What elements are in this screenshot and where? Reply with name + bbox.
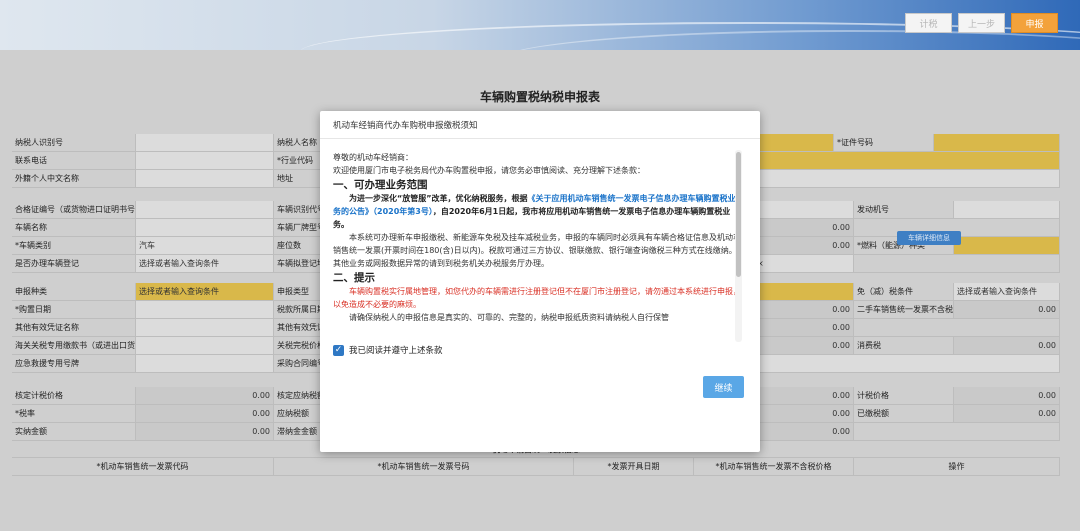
form-field[interactable] [754, 134, 834, 151]
form-label: *税率 [12, 405, 136, 422]
form-field[interactable]: 0.00 [136, 423, 274, 440]
form-field[interactable]: 0.00 [754, 405, 854, 422]
form-label: 二手车销售统一发票不含税价格合计 [854, 301, 954, 318]
agree-checkbox-row[interactable]: ✓ 我已阅读并遵守上述条款 [333, 344, 443, 356]
form-label: 联系电话 [12, 152, 136, 169]
form-label: 免（减）税条件 [854, 283, 954, 300]
form-field[interactable]: 0.00 [754, 301, 854, 318]
vehicle-detail-button[interactable]: 车辆详细信息 [897, 231, 961, 245]
form-field[interactable] [136, 319, 274, 336]
form-field[interactable]: 选择或者输入查询条件 [136, 255, 274, 272]
invoice-header-row: *机动车销售统一发票代码 *机动车销售统一发票号码 *发票开具日期 *机动车销售统一发… [12, 458, 1060, 476]
form-field[interactable] [136, 337, 274, 354]
calc-tax-button[interactable]: 计税 [905, 13, 952, 33]
form-label: 其他有效凭证名称 [12, 319, 136, 336]
form-field[interactable] [754, 201, 854, 218]
section-1-paragraph-1: 为进一步深化“放管服”改革，优化纳税服务，根据《关于应用机动车销售统一发票电子信… [333, 192, 743, 231]
form-label: 实纳金额 [12, 423, 136, 440]
invoice-column-header: *机动车销售统一发票不含税价格 [694, 458, 854, 475]
invoice-column-header: *机动车销售统一发票号码 [274, 458, 574, 475]
form-field[interactable] [136, 355, 274, 372]
form-field[interactable]: 选择或者输入查询条件 [954, 283, 1060, 300]
form-field[interactable]: 0.00 [754, 423, 854, 440]
form-label: 计税价格 [854, 387, 954, 404]
form-field[interactable]: 0.00 [136, 387, 274, 404]
form-field[interactable] [954, 237, 1060, 254]
form-field[interactable]: 选择或者输入查询条件 [136, 283, 274, 300]
invoice-column-header: 操作 [854, 458, 1060, 475]
modal-title: 机动车经销商代办车购税申报缴税须知 [320, 111, 760, 139]
submit-button[interactable]: 申报 [1011, 13, 1058, 33]
section-1-paragraph-2: 本系统可办理新车申报缴税、新能源车免税及挂车减税业务，申报的车辆同时必须具有车辆… [333, 233, 741, 268]
form-label [854, 423, 1060, 440]
form-field[interactable]: 汽车 [136, 237, 274, 254]
form-field[interactable] [136, 170, 274, 187]
intro: 欢迎使用厦门市电子税务局代办车购置税申报，请您务必审慎阅读、充分理解下述条款： [333, 166, 645, 175]
header-banner: 计税 上一步 申报 [0, 0, 1080, 50]
form-field[interactable] [754, 152, 1060, 169]
form-title: 车辆购置税纳税申报表 [479, 90, 600, 104]
form-field[interactable]: 0.00 [136, 405, 274, 422]
prev-step-button[interactable]: 上一步 [958, 13, 1005, 33]
modal-scrollbar-thumb[interactable] [736, 152, 741, 277]
form-field[interactable]: × [754, 255, 854, 272]
form-label: 纳税人识别号 [12, 134, 136, 151]
form-field[interactable] [136, 201, 274, 218]
section-2-title: 二、提示 [333, 272, 375, 284]
form-label: 外籍个人中文名称 [12, 170, 136, 187]
greeting: 尊敬的机动车经销商： [333, 153, 413, 162]
form-label: 海关关税专用缴款书（或进出口货物征免税证明）号码 [12, 337, 136, 354]
form-field[interactable]: 0.00 [954, 387, 1060, 404]
form-label: 消费税 [854, 337, 954, 354]
form-field[interactable]: 0.00 [754, 387, 854, 404]
form-label: 已缴税额 [854, 405, 954, 422]
notice-modal: 机动车经销商代办车购税申报缴税须知 尊敬的机动车经销商： 欢迎使用厦门市电子税务… [320, 111, 760, 452]
form-label [854, 319, 1060, 336]
modal-body: 尊敬的机动车经销商： 欢迎使用厦门市电子税务局代办车购置税申报，请您务必审慎阅读… [333, 151, 743, 339]
form-field[interactable] [136, 301, 274, 318]
form-label: *购置日期 [12, 301, 136, 318]
form-label: 发动机号 [854, 201, 954, 218]
form-field[interactable]: 0.00 [954, 405, 1060, 422]
form-field[interactable] [754, 283, 854, 300]
form-label: 是否办理车辆登记 [12, 255, 136, 272]
form-label: 车辆名称 [12, 219, 136, 236]
section-1-title: 一、可办理业务范围 [333, 179, 428, 191]
text-span: 为进一步深化“放管服”改革，优化纳税服务，根据 [349, 194, 528, 203]
form-field[interactable]: 0.00 [754, 319, 854, 336]
form-label [854, 255, 1060, 272]
form-label: 合格证编号（或货物进口证明书号） [12, 201, 136, 218]
invoice-column-header: *机动车销售统一发票代码 [12, 458, 274, 475]
form-field[interactable]: 0.00 [754, 219, 854, 236]
form-field[interactable] [136, 134, 274, 151]
form-field[interactable]: 0.00 [754, 337, 854, 354]
agree-label: 我已阅读并遵守上述条款 [349, 346, 443, 356]
form-label: 申报种类 [12, 283, 136, 300]
section-2-paragraph-2: 请确保纳税人的申报信息是真实的、可靠的、完整的，纳税申报纸质资料请纳税人自行保管 [349, 313, 669, 322]
form-label: *车辆类别 [12, 237, 136, 254]
form-label: *证件号码 [834, 134, 934, 151]
form-field[interactable] [954, 201, 1060, 218]
form-field[interactable] [136, 219, 274, 236]
continue-button[interactable]: 继续 [703, 376, 744, 398]
form-label: 核定计税价格 [12, 387, 136, 404]
form-label: 应急救援专用号牌 [12, 355, 136, 372]
form-field[interactable]: 0.00 [954, 337, 1060, 354]
form-field[interactable]: 0.00 [754, 237, 854, 254]
top-toolbar: 计税 上一步 申报 [905, 13, 1058, 33]
form-field[interactable] [136, 152, 274, 169]
form-field[interactable] [934, 134, 1060, 151]
section-2-paragraph-1: 车辆购置税实行属地管理，如您代办的车辆需进行注册登记但不在厦门市注册登记，请勿通… [333, 287, 741, 309]
form-field[interactable]: 0.00 [954, 301, 1060, 318]
checkbox-checked-icon[interactable]: ✓ [333, 344, 344, 356]
invoice-column-header: *发票开具日期 [574, 458, 694, 475]
